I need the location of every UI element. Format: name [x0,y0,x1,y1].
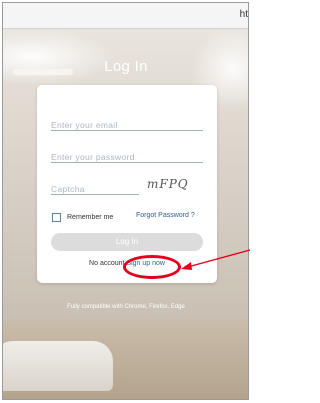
url-text: ht [239,9,248,20]
remember-label: Remember me [67,213,114,221]
captcha-field[interactable] [51,179,139,196]
sofa [3,341,113,391]
login-card: mFPQ Remember me Forgot Password ? Log I… [37,85,217,283]
login-button[interactable]: Log In [51,233,203,251]
remember-checkbox[interactable] [52,212,61,222]
password-input[interactable] [51,150,203,164]
email-input[interactable] [51,118,203,132]
captcha-image[interactable]: mFPQ [147,177,199,197]
email-field[interactable] [51,115,203,132]
password-field[interactable] [51,147,203,164]
forgot-password-link[interactable]: Forgot Password ? [136,212,195,219]
remember-me[interactable]: Remember me [52,211,113,223]
captcha-input[interactable] [51,182,139,196]
no-account-text: No account [89,260,125,267]
address-bar[interactable]: ht [3,3,248,29]
page-title: Log In [104,58,148,75]
compatibility-note: Fully compatible with Chrome, Firefox, E… [67,304,185,310]
highlight-circle [123,255,181,279]
